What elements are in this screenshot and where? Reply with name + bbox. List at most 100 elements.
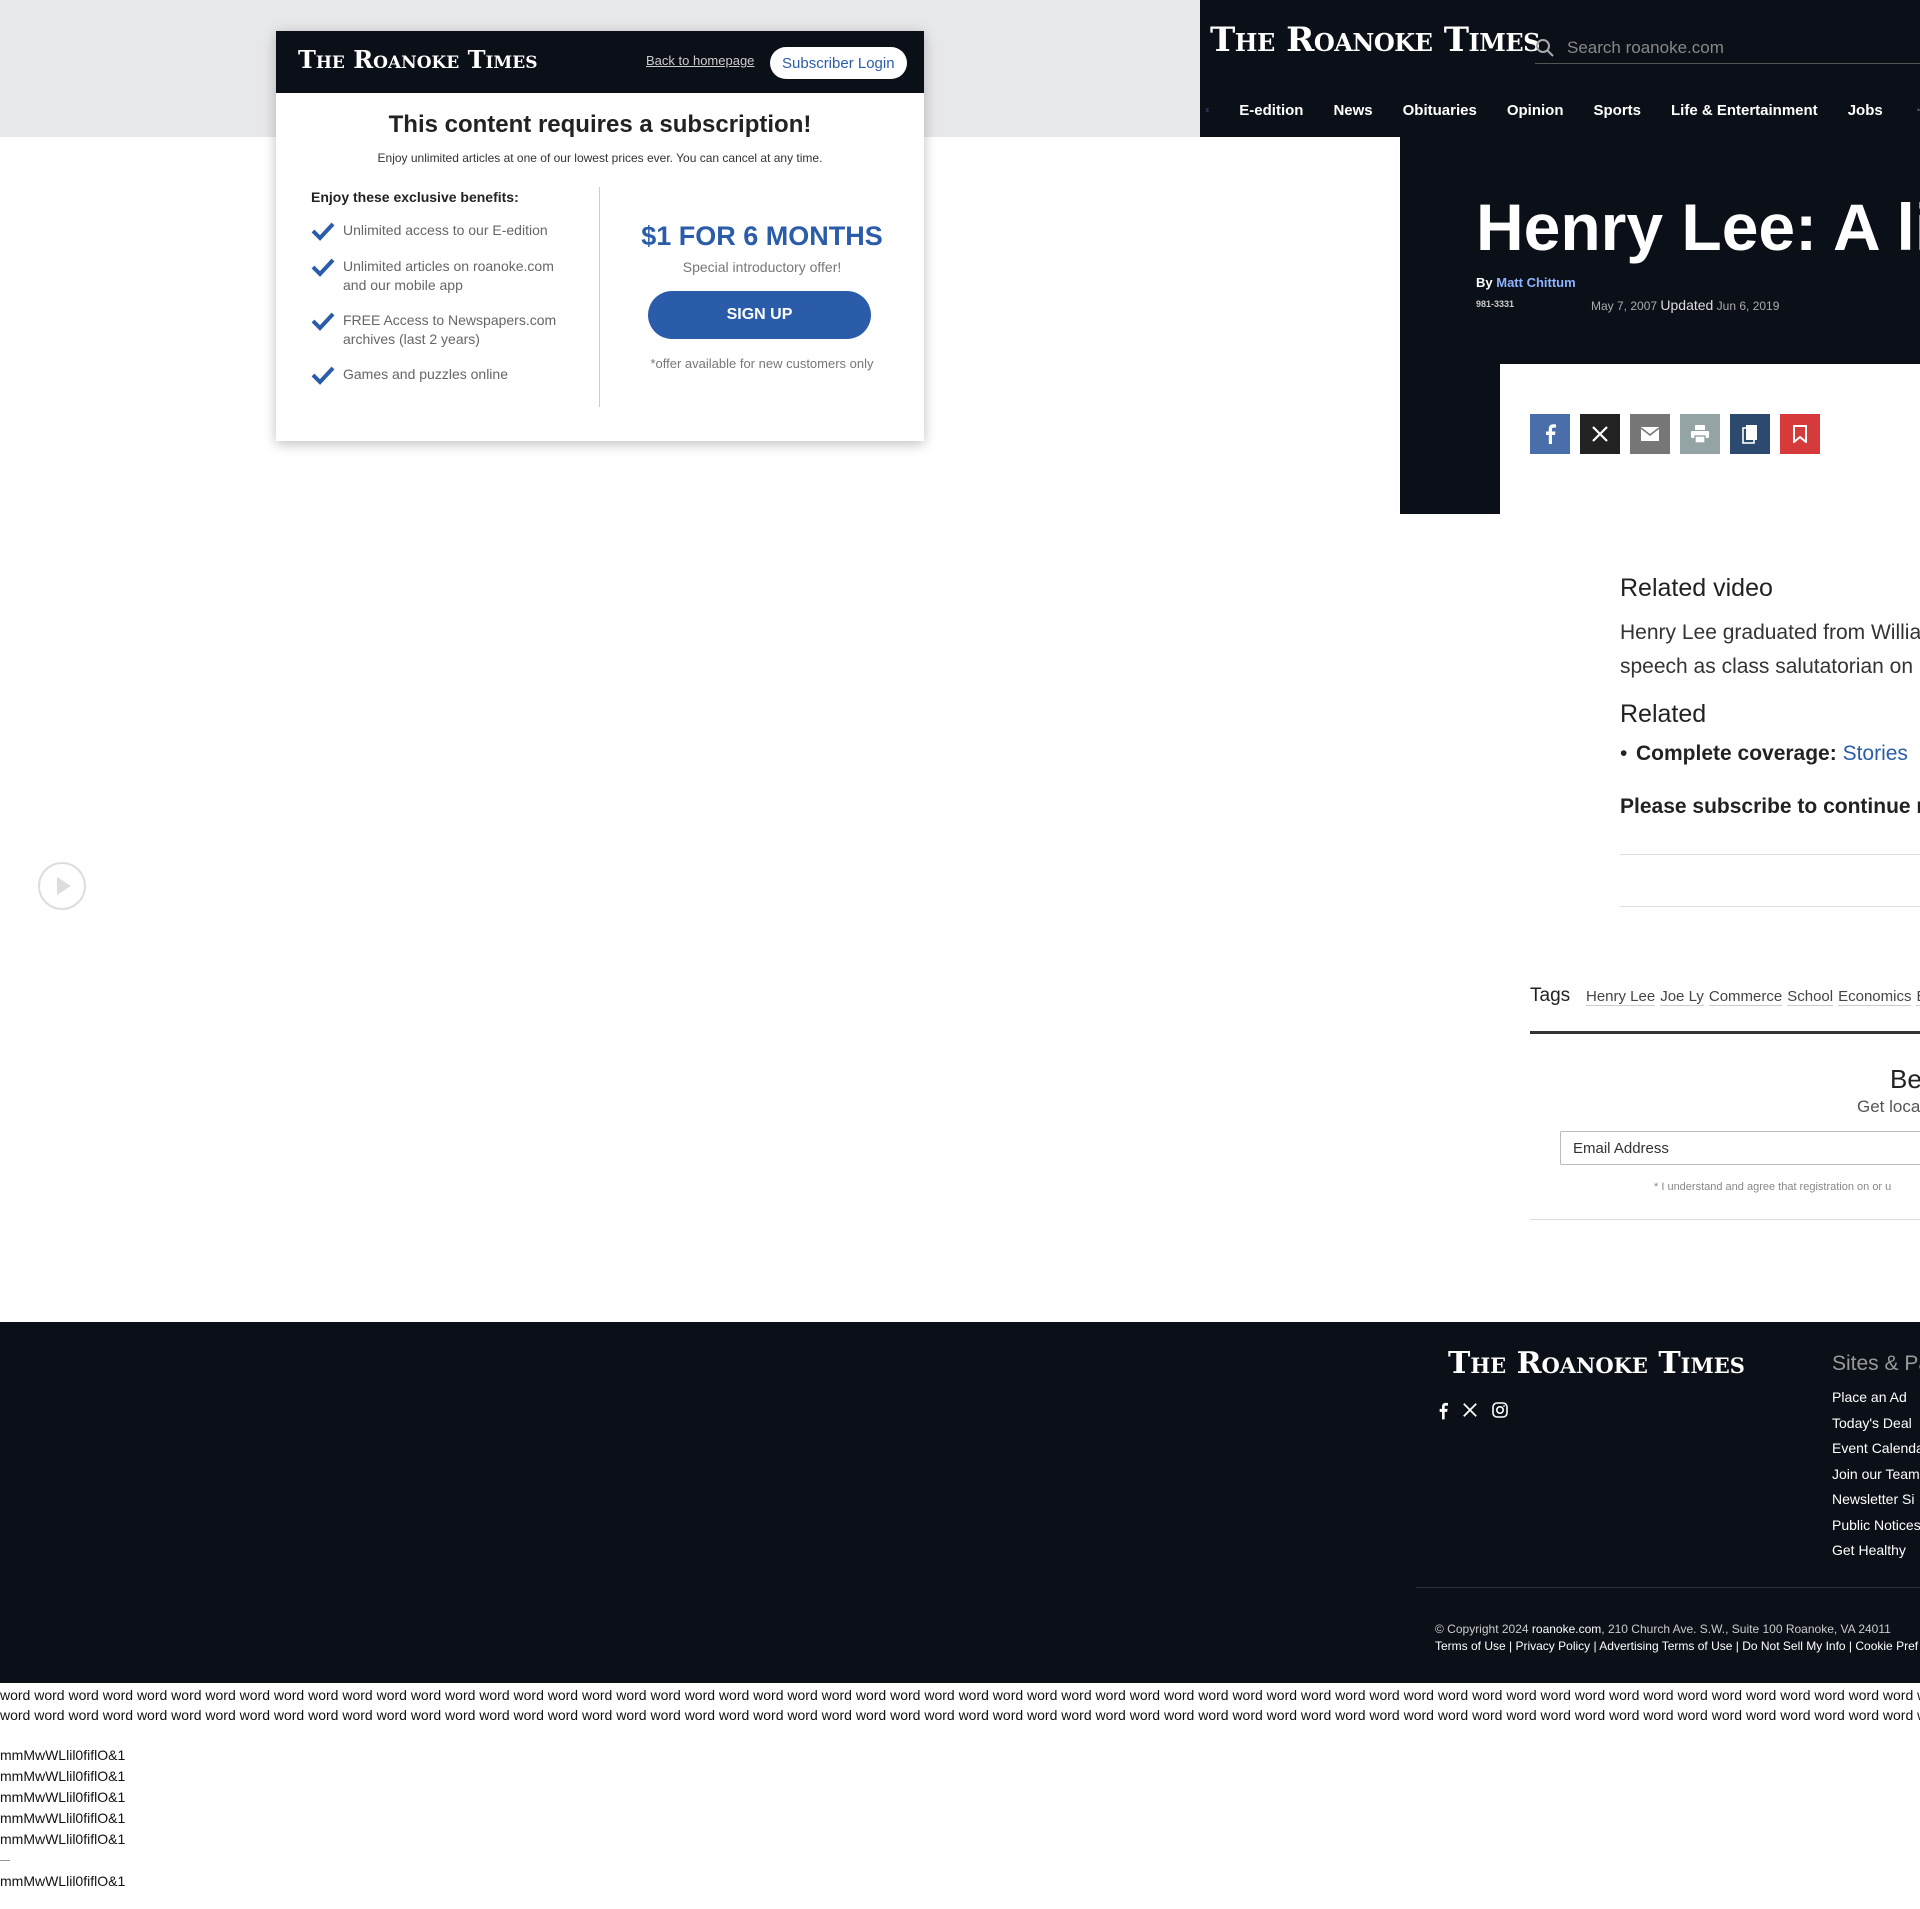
tags-label: Tags <box>1530 985 1571 1006</box>
modal-subtitle: Enjoy unlimited articles at one of our l… <box>377 151 823 165</box>
nav-item-life-entertainment[interactable]: Life & Entertainment <box>1671 102 1818 119</box>
footer-links: Place an Ad Today's Deal Event Calenda J… <box>1832 1388 1920 1567</box>
facebook-icon <box>1439 1402 1448 1420</box>
updated-date: Jun 6, 2019 <box>1716 299 1780 313</box>
nav-item-e-edition[interactable]: E-edition <box>1239 102 1303 119</box>
author-link[interactable]: Matt Chittum <box>1496 275 1575 290</box>
footer-link[interactable]: Newsletter Si <box>1832 1490 1920 1516</box>
author-phone: 981-3331 <box>1476 299 1515 309</box>
divider <box>0 1860 10 1861</box>
published-date: May 7, 2007 <box>1591 299 1658 313</box>
tag-link[interactable]: Economics <box>1838 988 1912 1006</box>
facebook-share-button[interactable] <box>1530 414 1570 454</box>
newsletter-title: Be <box>1890 1064 1920 1094</box>
bookmark-icon <box>1793 425 1807 443</box>
list-item: Complete coverage: Stories <box>1620 742 1908 766</box>
footer-social <box>1438 1402 1522 1420</box>
check-icon <box>311 258 335 277</box>
print-button[interactable] <box>1680 414 1720 454</box>
check-icon <box>311 222 335 241</box>
nav-item-sports[interactable]: Sports <box>1593 102 1641 119</box>
check-icon <box>311 312 335 331</box>
footer-link[interactable]: Get Healthy <box>1832 1541 1920 1567</box>
share-buttons <box>1530 414 1830 454</box>
site-header: The Roanoke Times E-edition News Obituar… <box>1200 0 1920 137</box>
tag-link[interactable]: Joe Ly <box>1660 988 1704 1006</box>
facebook-icon <box>1546 424 1556 444</box>
related-video-heading: Related video <box>1620 574 1773 602</box>
nav-item-obituaries[interactable]: Obituaries <box>1403 102 1477 119</box>
offer-intro: Special introductory offer! <box>682 259 842 275</box>
benefit-item: Unlimited access to our E-edition <box>311 221 581 241</box>
play-icon[interactable] <box>37 861 87 911</box>
copyright: © Copyright 2024 roanoke.com, 210 Church… <box>1435 1622 1891 1636</box>
byline: By Matt Chittum <box>1476 275 1576 290</box>
instagram-icon <box>1492 1402 1508 1418</box>
footer-sites-heading: Sites & Pa <box>1832 1352 1920 1375</box>
site-logo[interactable]: The Roanoke Times <box>1210 20 1540 60</box>
paywall-modal: The Roanoke Times Back to homepage Subsc… <box>276 31 924 441</box>
benefit-item: Games and puzzles online <box>311 365 581 385</box>
search-input[interactable] <box>1567 37 1907 58</box>
instagram-link[interactable] <box>1492 1402 1508 1420</box>
modal-title: This content requires a subscription! <box>388 111 812 138</box>
test-word-lines: word word word word word word word word … <box>0 1687 1920 1723</box>
email-share-button[interactable] <box>1630 414 1670 454</box>
newsletter-note: * I understand and agree that registrati… <box>1654 1181 1892 1193</box>
modal-header: The Roanoke Times Back to homepage Subsc… <box>276 31 924 93</box>
divider <box>1620 854 1920 855</box>
menu-icon[interactable] <box>1206 102 1209 118</box>
footer-link[interactable]: Place an Ad <box>1832 1388 1920 1414</box>
tag-link[interactable]: Henry Lee <box>1586 988 1656 1006</box>
footer-logo[interactable]: The Roanoke Times <box>1448 1346 1745 1381</box>
benefits-list: Enjoy these exclusive benefits: Unlimite… <box>311 189 581 401</box>
related-video-text: Henry Lee graduated from Willia speech a… <box>1620 621 1920 678</box>
site-search[interactable] <box>1535 32 1920 64</box>
footer-link[interactable]: Today's Deal <box>1832 1414 1920 1440</box>
site-footer: The Roanoke Times Sites & Pa Place an Ad… <box>0 1322 1920 1683</box>
offer-note: *offer available for new customers only <box>650 356 874 371</box>
divider <box>1416 1587 1920 1588</box>
footer-link[interactable]: Public Notices <box>1832 1516 1920 1542</box>
article-title: Henry Lee: A lif <box>1476 190 1920 264</box>
back-to-homepage-link[interactable]: Back to homepage <box>646 53 754 68</box>
copy-link-button[interactable] <box>1730 414 1770 454</box>
sign-up-button[interactable]: SIGN UP <box>648 291 871 339</box>
share-panel <box>1500 364 1920 514</box>
tag-link[interactable]: Commerce <box>1708 988 1783 1006</box>
tag-link[interactable]: Ed <box>1916 988 1920 1006</box>
footer-link[interactable]: Join our Team <box>1832 1465 1920 1491</box>
tags-list: Henry Lee Joe Ly Commerce School Economi… <box>1586 988 1920 1006</box>
article-dates: May 7, 2007 Updated Jun 6, 2019 <box>1591 297 1779 313</box>
x-share-button[interactable] <box>1580 414 1620 454</box>
check-icon <box>311 366 335 385</box>
benefit-item: Unlimited articles on roanoke.com and ou… <box>311 257 581 295</box>
save-button[interactable] <box>1780 414 1820 454</box>
copyright-site-link[interactable]: roanoke.com <box>1532 1622 1601 1636</box>
x-icon <box>1463 1403 1477 1417</box>
divider <box>1530 1031 1920 1034</box>
modal-divider <box>599 187 600 407</box>
email-icon <box>1640 427 1660 441</box>
x-link[interactable] <box>1462 1402 1478 1420</box>
subscriber-login-button[interactable]: Subscriber Login <box>770 47 907 79</box>
updated-label: Updated <box>1660 297 1714 313</box>
nav-item-jobs[interactable]: Jobs <box>1848 102 1883 119</box>
x-icon <box>1592 426 1608 442</box>
search-icon <box>1536 38 1554 57</box>
print-icon <box>1691 425 1709 443</box>
weather-icon[interactable] <box>1916 101 1920 119</box>
main-nav: E-edition News Obituaries Opinion Sports… <box>1200 92 1920 128</box>
coverage-link[interactable]: Stories <box>1843 742 1908 765</box>
facebook-link[interactable] <box>1438 1402 1448 1420</box>
benefits-title: Enjoy these exclusive benefits: <box>311 189 519 205</box>
subscribe-message: Please subscribe to continue re <box>1620 795 1920 818</box>
nav-item-opinion[interactable]: Opinion <box>1507 102 1564 119</box>
footer-link[interactable]: Event Calenda <box>1832 1439 1920 1465</box>
email-field[interactable] <box>1560 1131 1920 1165</box>
offer-price: $1 FOR 6 MONTHS <box>641 221 883 251</box>
nav-item-news[interactable]: News <box>1333 102 1372 119</box>
legal-links[interactable]: Terms of Use | Privacy Policy | Advertis… <box>1435 1639 1918 1653</box>
tag-link[interactable]: School <box>1787 988 1834 1006</box>
newsletter-subtitle: Get local <box>1857 1097 1920 1116</box>
